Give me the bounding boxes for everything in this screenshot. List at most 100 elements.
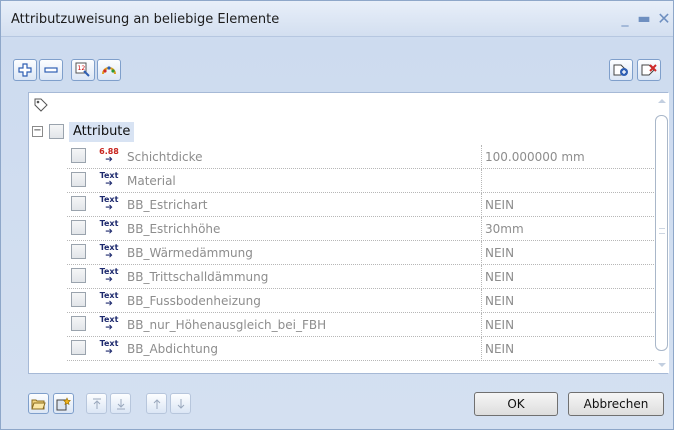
palette-icon (102, 66, 116, 75)
numbering-button[interactable]: 12 (71, 59, 95, 81)
row-separator (67, 360, 656, 361)
attribute-row[interactable]: Text ➔ BB_Fussbodenheizung NEIN (29, 289, 656, 313)
attribute-value[interactable]: NEIN (485, 198, 514, 212)
grip-icon (659, 228, 665, 234)
palette-button[interactable] (97, 59, 121, 81)
attribute-row[interactable]: Text ➔ BB_Wärmedämmung NEIN (29, 241, 656, 265)
maximize-icon[interactable]: ▬ (634, 9, 654, 29)
arrow-icon: ➔ (105, 299, 113, 309)
attribute-value[interactable]: NEIN (485, 318, 514, 332)
attribute-row[interactable]: Text ➔ Material (29, 169, 656, 193)
arrow-icon: ➔ (105, 347, 113, 357)
attribute-group-row[interactable]: − Attribute (29, 121, 656, 145)
attribute-row[interactable]: Text ➔ BB_Abdichtung NEIN (29, 337, 656, 361)
attribute-row[interactable]: Text ➔ BB_Estrichhöhe 30mm (29, 217, 656, 241)
number-attribute-icon: 6.88 ➔ (99, 147, 119, 165)
attribute-name: BB_nur_Höhenausgleich_bei_FBH (127, 318, 327, 332)
attribute-checkbox[interactable] (71, 220, 86, 235)
attribute-name: BB_Abdichtung (127, 342, 218, 356)
attribute-value[interactable]: 100.000000 mm (485, 150, 585, 164)
arrow-icon: ➔ (105, 275, 113, 285)
attribute-checkbox[interactable] (71, 196, 86, 211)
attribute-name: Material (127, 174, 176, 188)
vertical-scrollbar[interactable] (655, 93, 669, 373)
minimize-icon[interactable]: _ (615, 9, 635, 29)
scroll-thumb[interactable] (655, 115, 668, 351)
text-attribute-icon: Text ➔ (99, 315, 119, 333)
open-button[interactable] (28, 393, 49, 414)
attribute-add-icon (613, 64, 628, 76)
group-checkbox[interactable] (49, 124, 64, 139)
attribute-add-button[interactable] (609, 59, 633, 81)
attribute-checkbox[interactable] (71, 292, 86, 307)
attribute-delete-button[interactable] (637, 59, 661, 81)
column-divider (481, 217, 482, 241)
attribute-checkbox[interactable] (71, 244, 86, 259)
attribute-name: BB_Estrichhöhe (127, 222, 221, 236)
cancel-button[interactable]: Abbrechen (568, 392, 664, 416)
attribute-checkbox[interactable] (71, 148, 86, 163)
move-up-button[interactable] (146, 393, 167, 414)
attribute-checkbox[interactable] (71, 316, 86, 331)
column-divider (481, 337, 482, 361)
attribute-value[interactable]: NEIN (485, 342, 514, 356)
column-divider (481, 313, 482, 337)
move-bottom-button[interactable] (110, 393, 131, 414)
column-divider (481, 193, 482, 217)
attribute-row[interactable]: 6.88 ➔ Schichtdicke 100.000000 mm (29, 145, 656, 169)
attribute-row[interactable]: Text ➔ BB_Trittschalldämmung NEIN (29, 265, 656, 289)
scroll-down-icon[interactable] (658, 363, 666, 367)
arrow-icon: ➔ (105, 251, 113, 261)
attribute-value[interactable]: NEIN (485, 270, 514, 284)
attribute-value[interactable]: NEIN (485, 246, 514, 260)
arrow-icon: ➔ (105, 227, 113, 237)
attribute-value[interactable]: NEIN (485, 294, 514, 308)
attribute-checkbox[interactable] (71, 340, 86, 355)
dialog-window: Attributzuweisung an beliebige Elemente … (0, 0, 674, 430)
ok-button[interactable]: OK (474, 392, 558, 416)
text-attribute-icon: Text ➔ (99, 267, 119, 285)
group-label: Attribute (69, 122, 135, 142)
attribute-delete-icon (641, 64, 657, 76)
move-bottom-icon (116, 398, 125, 409)
move-down-icon (177, 398, 184, 409)
save-favorite-button[interactable] (53, 393, 74, 414)
attribute-row[interactable]: Text ➔ BB_Estrichart NEIN (29, 193, 656, 217)
open-folder-icon (31, 399, 46, 410)
arrow-icon: ➔ (105, 155, 113, 165)
window-title: Attributzuweisung an beliebige Elemente (11, 12, 280, 27)
attribute-checkbox[interactable] (71, 172, 86, 187)
attribute-value[interactable]: 30mm (485, 222, 524, 236)
move-top-button[interactable] (86, 393, 107, 414)
move-down-button[interactable] (170, 393, 191, 414)
text-attribute-icon: Text ➔ (99, 195, 119, 213)
arrow-icon: ➔ (105, 323, 113, 333)
column-divider (481, 145, 482, 169)
attribute-tree-panel: − Attribute 6.88 ➔ Schichtdicke 100.000000 … (28, 92, 669, 374)
column-divider (481, 289, 482, 313)
text-attribute-icon: Text ➔ (99, 219, 119, 237)
move-up-icon (153, 398, 160, 409)
text-attribute-icon: Text ➔ (99, 339, 119, 357)
attribute-name: BB_Trittschalldämmung (127, 270, 269, 284)
column-divider (481, 241, 482, 265)
add-icon (18, 63, 32, 77)
tag-icon (34, 98, 48, 112)
move-top-icon (92, 398, 101, 409)
text-attribute-icon: Text ➔ (99, 243, 119, 261)
text-attribute-icon: Text ➔ (99, 291, 119, 309)
numbering-icon: 12 (75, 62, 90, 77)
title-bar[interactable]: Attributzuweisung an beliebige Elemente … (1, 1, 673, 37)
column-divider (481, 169, 482, 193)
attribute-row[interactable]: Text ➔ BB_nur_Höhenausgleich_bei_FBH NEIN (29, 313, 656, 337)
close-icon[interactable]: ✕ (654, 9, 674, 29)
attribute-name: BB_Wärmedämmung (127, 246, 253, 260)
scroll-up-icon[interactable] (658, 99, 666, 103)
attribute-name: BB_Estrichart (127, 198, 208, 212)
attribute-name: BB_Fussbodenheizung (127, 294, 261, 308)
collapse-toggle-icon[interactable]: − (32, 126, 43, 137)
add-button[interactable] (13, 59, 37, 81)
attribute-checkbox[interactable] (71, 268, 86, 283)
remove-button[interactable] (39, 59, 63, 81)
arrow-icon: ➔ (105, 179, 113, 189)
